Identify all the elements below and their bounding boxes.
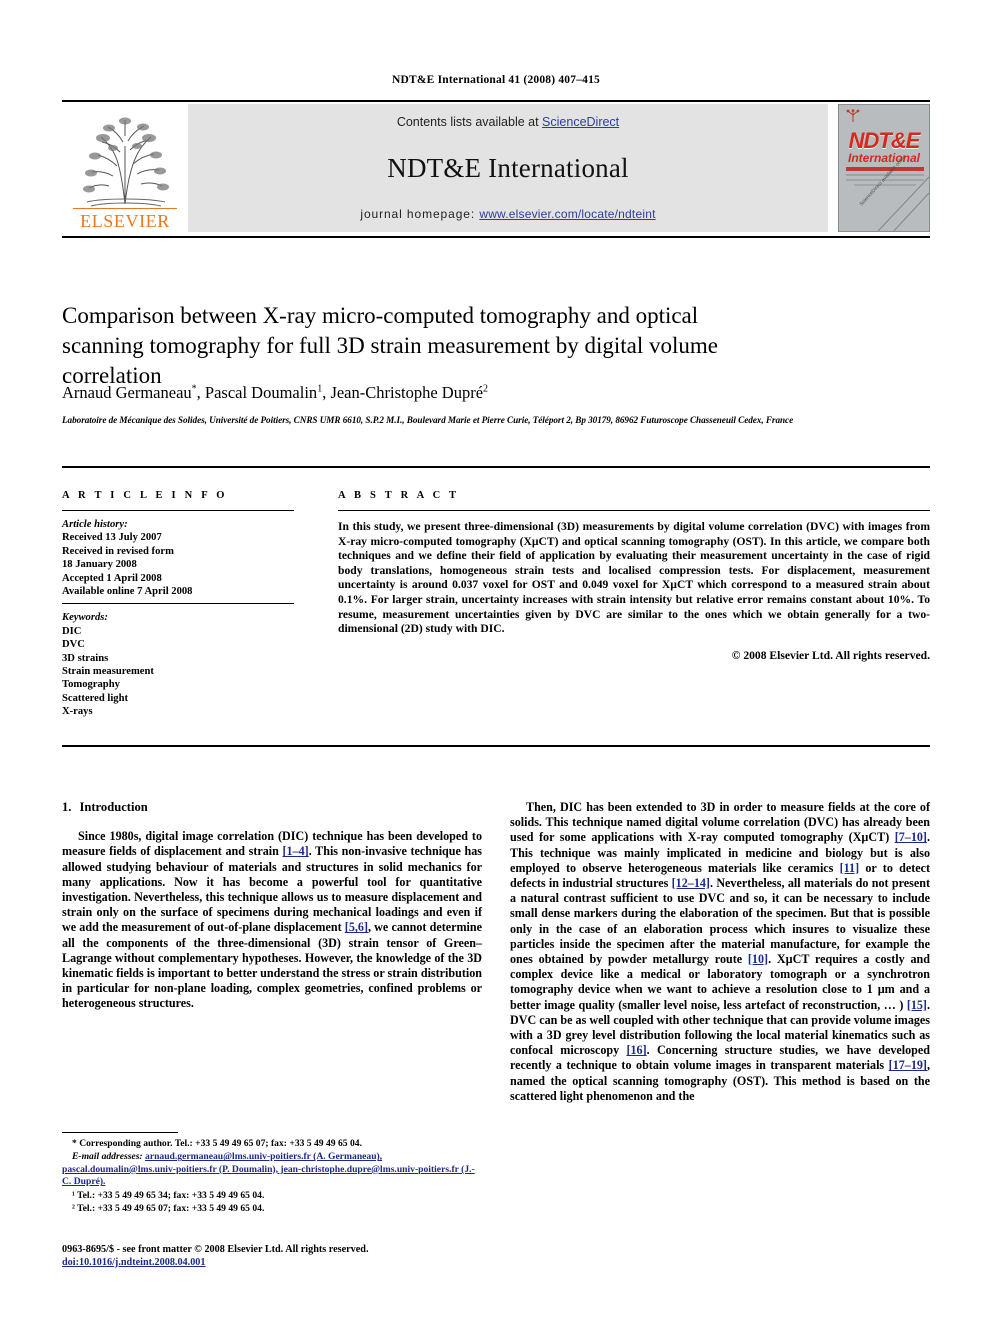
footnote-separator — [62, 1132, 178, 1133]
contents-available-line: Contents lists available at ScienceDirec… — [397, 115, 619, 129]
rule-under-affiliation — [62, 466, 930, 468]
section-heading-introduction: 1. Introduction — [62, 800, 482, 815]
history-item: Received in revised form — [62, 545, 174, 557]
citation-7-10[interactable]: [7–10] — [895, 830, 927, 844]
elsevier-tree-icon — [73, 116, 177, 208]
article-info-column: A R T I C L E I N F O Article history: R… — [62, 490, 294, 719]
cover-diagonal-lines — [877, 176, 929, 231]
keywords-block: Keywords: DIC DVC 3D strains Strain meas… — [62, 604, 294, 718]
masthead-center-panel: Contents lists available at ScienceDirec… — [188, 104, 828, 232]
homepage-prefix: journal homepage: — [360, 207, 480, 221]
abstract-heading: A B S T R A C T — [338, 490, 460, 501]
article-history: Article history: Received 13 July 2007 R… — [62, 511, 294, 603]
elsevier-wordmark: ELSEVIER — [80, 211, 170, 231]
email-addresses-label: E-mail addresses: — [72, 1151, 143, 1163]
article-info-heading: A R T I C L E I N F O — [62, 490, 228, 501]
author-1: Arnaud Germaneau* — [62, 383, 197, 402]
author-3-mark: 2 — [483, 383, 489, 395]
history-item: Available online 7 April 2008 — [62, 586, 193, 598]
rule-under-abstract — [62, 745, 930, 747]
citation-1-4[interactable]: [1–4] — [283, 844, 309, 858]
footnote-2: ² Tel.: +33 5 49 49 65 07; fax: +33 5 49… — [72, 1203, 265, 1215]
footnotes: * Corresponding author. Tel.: +33 5 49 4… — [62, 1138, 482, 1216]
author-2-mark: 1 — [317, 383, 323, 395]
citation-10[interactable]: [10] — [748, 952, 768, 966]
sciencedirect-link[interactable]: ScienceDirect — [542, 115, 619, 129]
journal-homepage-line: journal homepage: www.elsevier.com/locat… — [360, 207, 655, 221]
elsevier-rule — [73, 207, 177, 209]
journal-homepage-link[interactable]: www.elsevier.com/locate/ndteint — [479, 207, 655, 221]
doi-link[interactable]: doi:10.1016/j.ndteint.2008.04.001 — [62, 1257, 205, 1268]
footnote-1: ¹ Tel.: +33 5 49 49 65 34; fax: +33 5 49… — [72, 1189, 265, 1201]
citation-16[interactable]: [16] — [626, 1043, 646, 1057]
section-number: 1. — [62, 800, 72, 814]
masthead-rule-bottom — [62, 236, 930, 238]
citation-12-14[interactable]: [12–14] — [672, 876, 710, 890]
contents-prefix: Contents lists available at — [396, 115, 543, 129]
masthead: ELSEVIER Contents lists available at Sci… — [62, 104, 930, 232]
article-page: NDT&E International 41 (2008) 407–415 EL… — [0, 0, 992, 1323]
citation-5-6[interactable]: [5,6] — [345, 920, 368, 934]
author-2: Pascal Doumalin1 — [204, 383, 323, 402]
journal-title: NDT&E International — [387, 152, 629, 183]
section-title: Introduction — [79, 800, 148, 814]
citation-17-19[interactable]: [17–19] — [889, 1058, 927, 1072]
page-title: Comparison between X-ray micro-computed … — [62, 303, 718, 389]
keywords-label: Keywords: — [62, 612, 108, 624]
history-item: 18 January 2008 — [62, 559, 137, 571]
history-item: Received 13 July 2007 — [62, 532, 162, 544]
journal-cover-thumbnail[interactable]: NDT&E International ScienceDirect availa… — [838, 104, 930, 232]
intro-paragraph-right: Then, DIC has been extended to 3D in ord… — [510, 800, 930, 1104]
author-1-mark: * — [191, 383, 197, 395]
footnote-emails: E-mail addresses: arnaud.germaneau@lms.u… — [62, 1151, 482, 1188]
footnote-corresponding-author: * Corresponding author. Tel.: +33 5 49 4… — [72, 1138, 362, 1149]
body-column-left: 1. Introduction Since 1980s, digital imag… — [62, 800, 482, 1012]
keyword-item: Strain measurement — [62, 666, 154, 678]
keyword-item: Tomography — [62, 679, 120, 691]
intro-paragraph-left: Since 1980s, digital image correlation (… — [62, 829, 482, 1011]
keyword-item: X-rays — [62, 706, 93, 718]
citation-11[interactable]: [11] — [840, 861, 859, 875]
right-text-1: Then, DIC has been extended to 3D in ord… — [510, 800, 930, 845]
author-3: Jean-Christophe Dupré2 — [330, 383, 489, 402]
masthead-rule-top — [62, 100, 930, 102]
abstract-copyright: © 2008 Elsevier Ltd. All rights reserved… — [731, 648, 930, 662]
body-column-right: Then, DIC has been extended to 3D in ord… — [510, 800, 930, 1104]
issn-copyright-line: 0963-8695/$ - see front matter © 2008 El… — [62, 1244, 369, 1255]
running-head: NDT&E International 41 (2008) 407–415 — [391, 74, 600, 86]
keyword-item: DIC — [62, 625, 82, 637]
citation-15[interactable]: [15] — [907, 998, 927, 1012]
author-list: Arnaud Germaneau*, Pascal Doumalin1, Jea… — [62, 383, 489, 402]
elsevier-logo: ELSEVIER — [62, 104, 188, 232]
affiliation: Laboratoire de Mécanique des Solides, Un… — [62, 415, 794, 425]
page-footer: 0963-8695/$ - see front matter © 2008 El… — [62, 1243, 492, 1269]
keyword-item: Scattered light — [62, 692, 129, 704]
article-history-label: Article history: — [62, 519, 128, 530]
keyword-item: DVC — [62, 639, 85, 651]
abstract-column: A B S T R A C T In this study, we presen… — [338, 490, 930, 662]
abstract-text: In this study, we present three-dimensio… — [338, 520, 930, 636]
keyword-item: 3D strains — [62, 652, 109, 664]
history-item: Accepted 1 April 2008 — [62, 572, 162, 584]
